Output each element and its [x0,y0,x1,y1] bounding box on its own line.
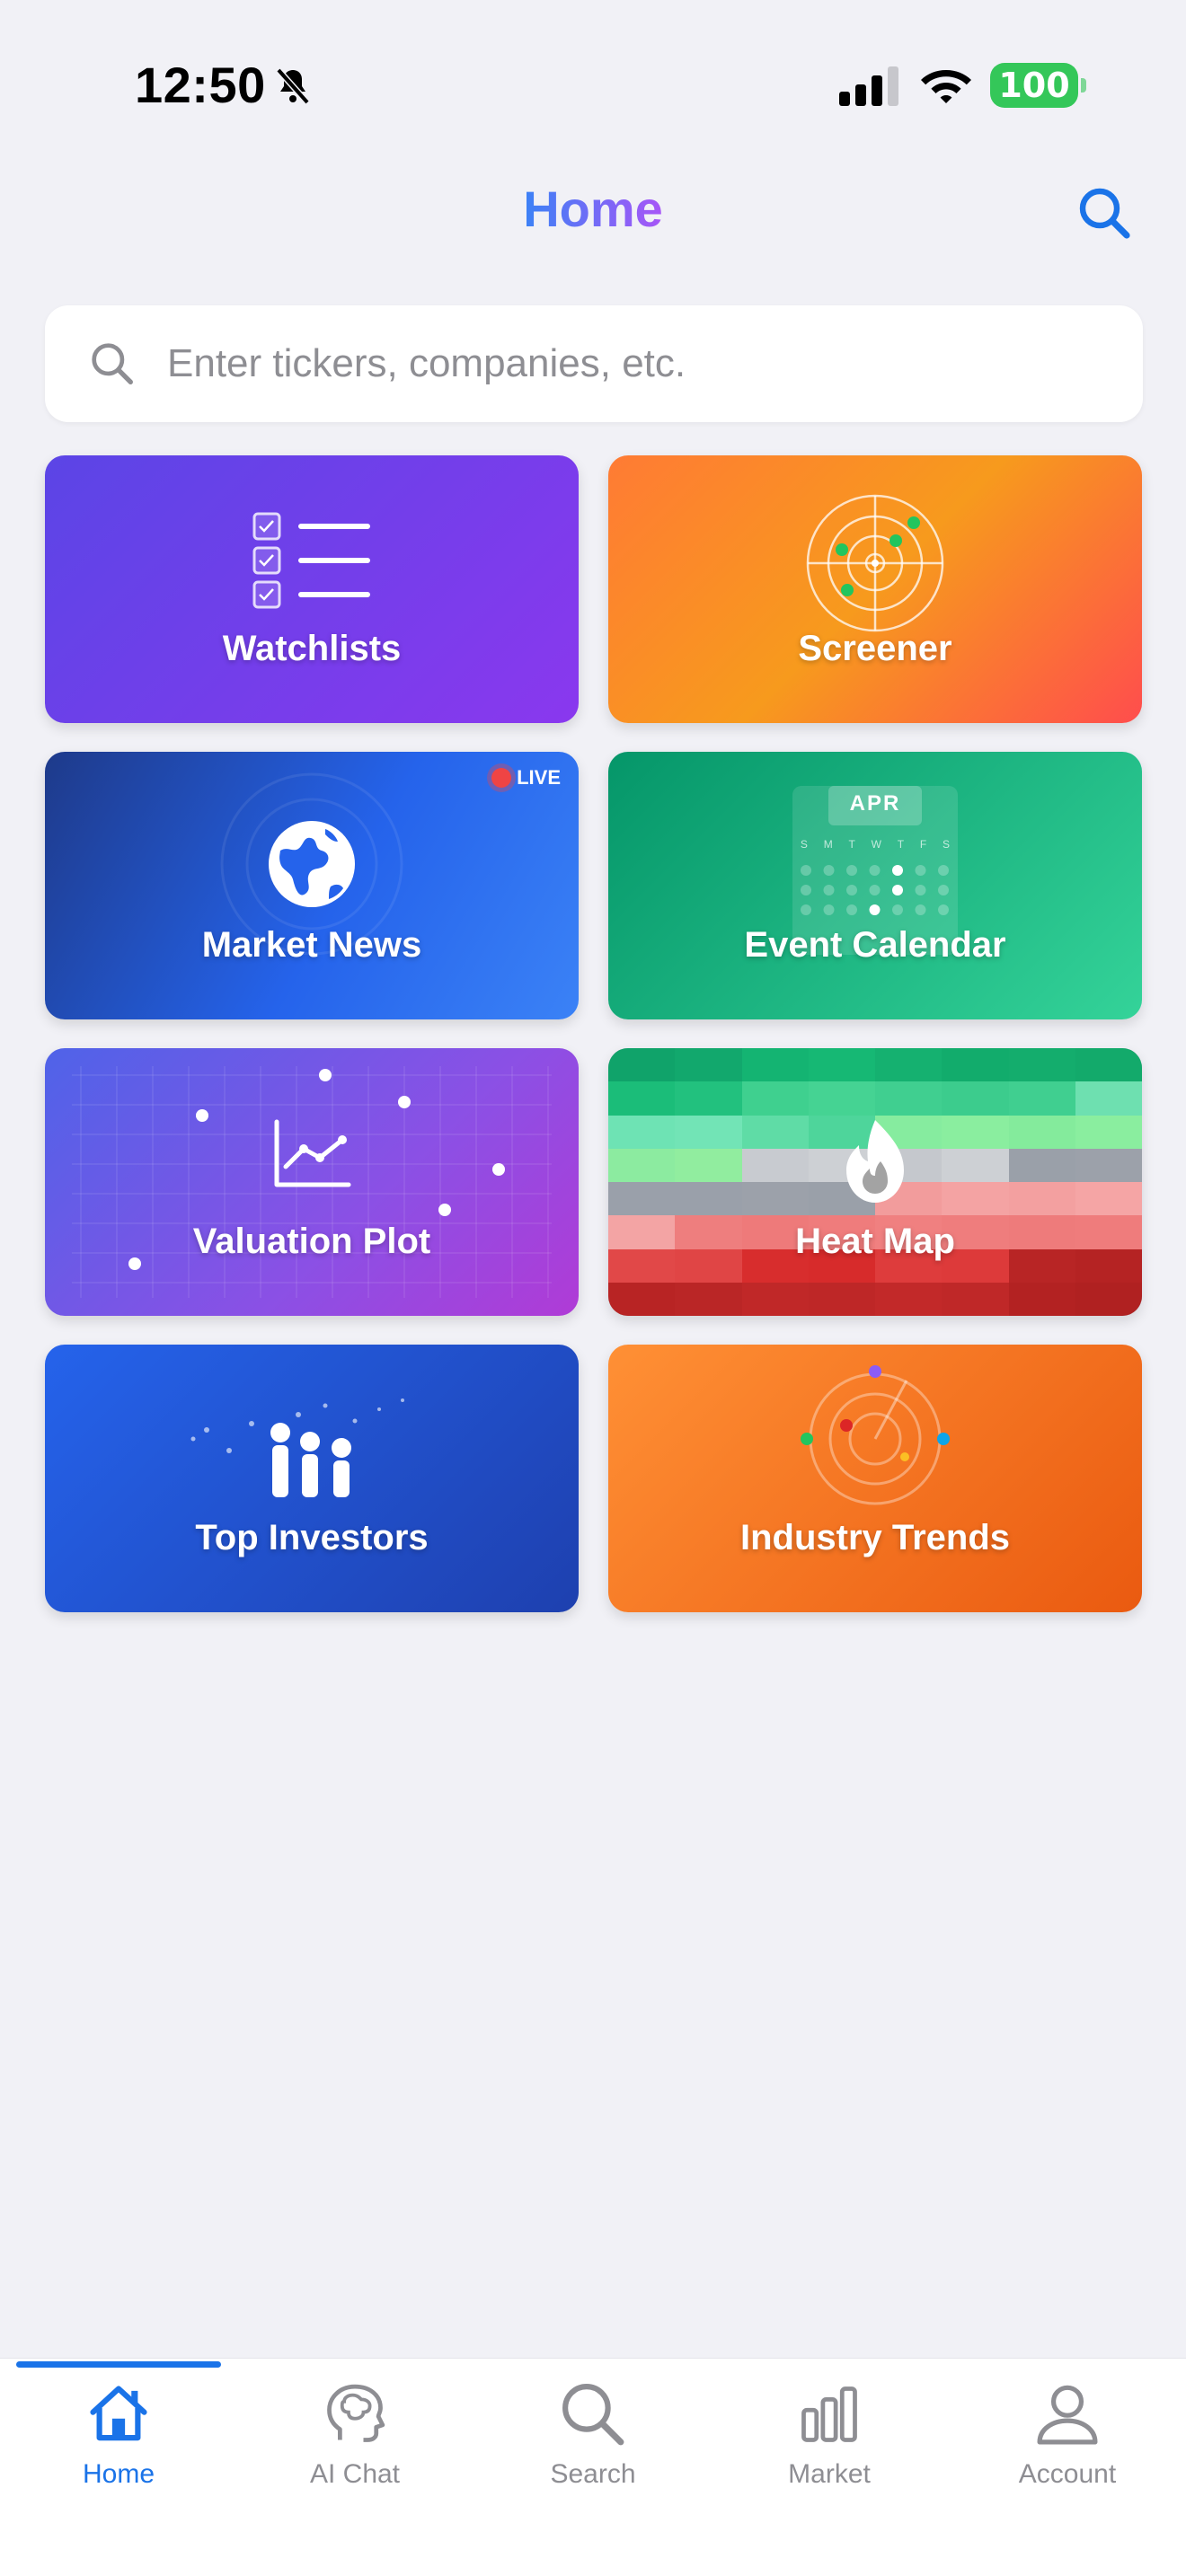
calendar-day-dot [823,865,835,876]
calendar-day-dot [801,904,811,915]
calendar-day-dot [801,885,811,895]
calendar-month: APR [849,791,901,816]
calendar-day-dot [938,904,949,915]
tab-home[interactable]: Home [29,2380,208,2497]
calendar-day-dot [892,904,903,915]
calendar-day-dot [846,904,857,915]
checklist-icon [252,512,370,609]
calendar-day-dot [869,865,881,876]
tab-label: Market [788,2459,871,2489]
flame-icon [846,1120,904,1203]
header-search-icon[interactable] [1076,185,1134,243]
search-icon [562,2384,624,2446]
top-investors-card[interactable]: Top Investors [45,1345,579,1612]
battery-indicator: 100 [990,63,1086,108]
person-icon [1037,2385,1098,2445]
radar-icon [806,494,944,632]
search-input[interactable] [167,332,1102,395]
calendar-day-dot [915,865,926,876]
globe-icon [220,772,403,956]
home-icon [90,2386,147,2441]
status-bar: 12:50 100 [0,0,1186,135]
calendar-day-dot [938,885,949,895]
card-label: Top Investors [195,1518,429,1557]
calendar-weekday: M [823,838,833,851]
industry-trends-card[interactable]: Industry Trends [608,1345,1142,1612]
calendar-day-dot [892,885,903,895]
calendar-day-dot [846,885,857,895]
active-tab-indicator [16,2361,221,2368]
calendar-weekday: W [871,838,881,851]
bar-chart-icon [801,2386,857,2442]
card-label: Heat Map [795,1222,955,1261]
calendar-weekday: T [897,838,905,851]
market-news-card[interactable]: LIVE Market News [45,752,579,1019]
card-label: Watchlists [222,629,402,668]
cellular-signal-icon [839,66,898,106]
calendar-day-dot [915,885,926,895]
tab-search[interactable]: Search [503,2380,683,2497]
calendar-day-dot [869,885,881,895]
tab-label: Home [82,2459,155,2489]
wifi-icon [921,70,971,103]
search-icon [92,343,133,384]
heat-map-card[interactable]: Heat Map [608,1048,1142,1316]
search-bar[interactable] [45,305,1143,422]
orbit-icon [801,1365,950,1505]
live-dot-icon [491,768,512,788]
card-label: Valuation Plot [192,1222,431,1261]
brain-head-icon [327,2384,385,2442]
calendar-day-dot [823,904,835,915]
investors-icon [190,1398,404,1497]
card-label: Market News [201,925,422,965]
calendar-weekday: S [943,838,951,851]
event-calendar-card[interactable]: APR S M T W T F S Event Calendar [608,752,1142,1019]
page-title: Home [523,181,663,237]
calendar-day-dot [801,865,811,876]
calendar-day-dot [892,865,903,876]
tab-ai-chat[interactable]: AI Chat [265,2380,445,2497]
scatter-chart-icon [72,1066,552,1298]
calendar-day-dot [823,885,835,895]
tab-account[interactable]: Account [978,2380,1157,2497]
tab-label: AI Chat [309,2459,401,2489]
tab-label: Search [550,2459,636,2489]
card-label: Screener [798,629,952,668]
calendar-day-dot [846,865,857,876]
status-time: 12:50 [135,57,266,113]
tab-market[interactable]: Market [739,2380,919,2497]
live-badge: LIVE [491,766,561,790]
live-label: LIVE [517,766,561,789]
calendar-day-dot [938,865,949,876]
calendar-day-dot [915,904,926,915]
calendar-weekdays: SMTWTFS [792,838,958,851]
calendar-day-dot [869,904,881,915]
tab-label: Account [1018,2459,1117,2489]
screener-card[interactable]: Screener [608,455,1142,723]
card-label: Industry Trends [739,1518,1011,1557]
card-label: Event Calendar [744,925,1006,965]
bell-muted-icon [276,67,310,105]
calendar-weekday: S [800,838,808,851]
calendar-weekday: F [919,838,927,851]
watchlists-card[interactable]: Watchlists [45,455,579,723]
calendar-weekday: T [848,838,855,851]
valuation-plot-card[interactable]: Valuation Plot [45,1048,579,1316]
